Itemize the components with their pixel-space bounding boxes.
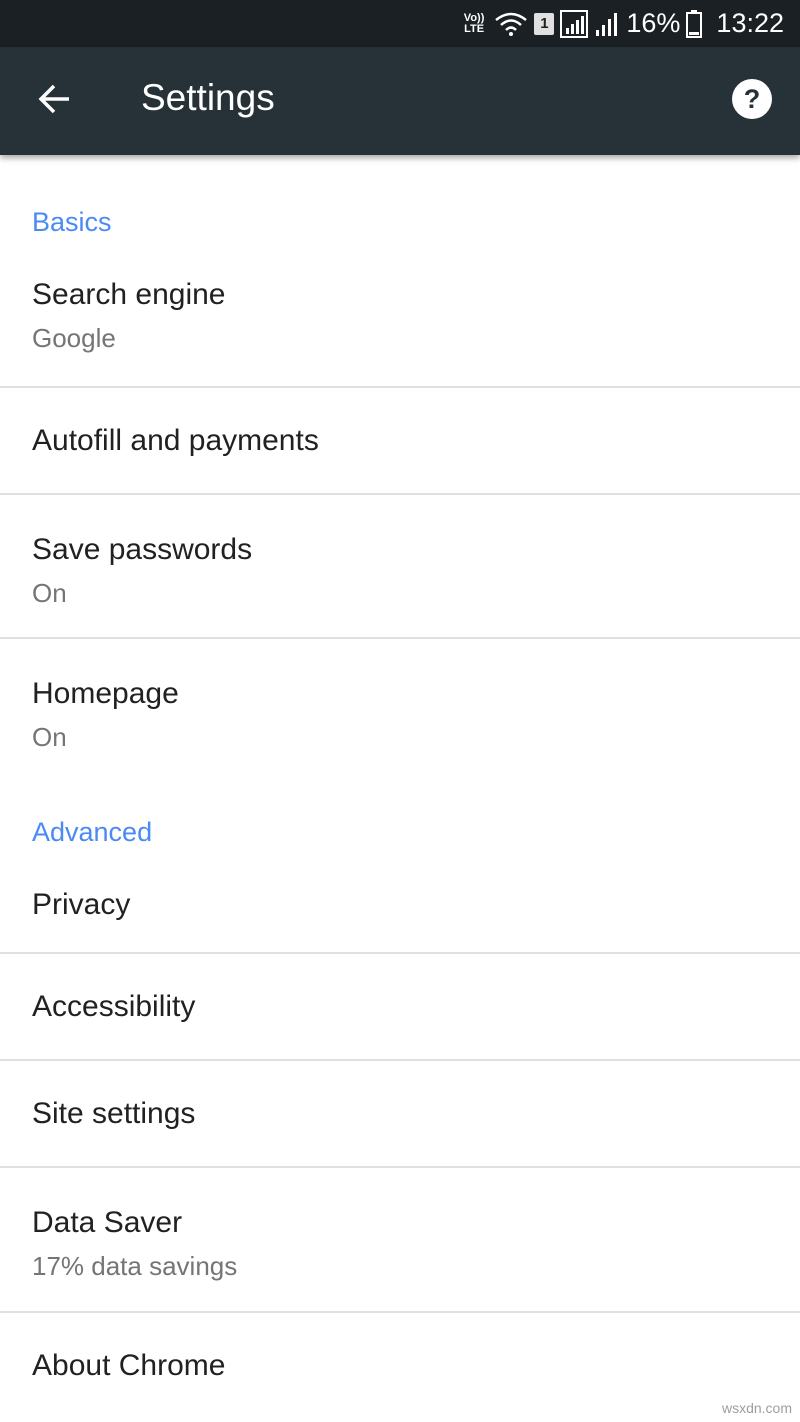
sim-slot-badge: 1 — [534, 12, 555, 35]
section-header-advanced: Advanced — [32, 817, 153, 847]
setting-title: About Chrome — [32, 1349, 226, 1382]
setting-summary: 17% data savings — [32, 1251, 238, 1281]
back-button[interactable] — [24, 71, 84, 131]
wifi-icon — [494, 11, 528, 37]
setting-title: Search engine — [32, 278, 226, 311]
battery-percent: 16% — [626, 8, 681, 38]
app-bar: Settings ? — [0, 47, 800, 155]
setting-title: Save passwords — [32, 533, 253, 566]
setting-title: Site settings — [32, 1097, 196, 1130]
signal-strength-icon-2 — [594, 10, 620, 38]
help-button[interactable]: ? — [722, 71, 782, 131]
clock: 13:22 — [716, 8, 784, 38]
setting-title: Privacy — [32, 888, 131, 921]
status-bar: Vo)) LTE 1 16% 13:22 — [0, 0, 800, 47]
help-circle-icon: ? — [731, 78, 773, 125]
setting-title: Accessibility — [32, 990, 196, 1023]
page-title: Settings — [141, 77, 275, 118]
setting-summary: Google — [32, 323, 116, 353]
setting-data-saver[interactable]: Data Saver 17% data savings — [0, 1168, 800, 1311]
battery-icon — [686, 9, 703, 38]
section-header-basics: Basics — [32, 207, 112, 237]
arrow-back-icon — [36, 81, 72, 122]
volte-bottom-label: LTE — [464, 22, 485, 35]
settings-list: Basics Search engine Google Autofill and… — [0, 155, 800, 1417]
setting-title: Data Saver — [32, 1206, 183, 1239]
setting-homepage[interactable]: Homepage On — [0, 639, 800, 781]
setting-save-passwords[interactable]: Save passwords On — [0, 495, 800, 637]
watermark: wsxdn.com — [721, 1400, 792, 1416]
volte-top-label: Vo)) — [463, 11, 485, 24]
setting-summary: On — [32, 722, 67, 752]
svg-text:?: ? — [744, 84, 761, 114]
setting-title: Autofill and payments — [32, 424, 319, 457]
setting-about-chrome[interactable]: About Chrome — [0, 1313, 800, 1417]
setting-autofill-and-payments[interactable]: Autofill and payments — [0, 388, 800, 493]
setting-site-settings[interactable]: Site settings — [0, 1061, 800, 1166]
setting-title: Homepage — [32, 677, 179, 710]
volte-indicator: Vo)) LTE — [463, 11, 485, 35]
setting-summary: On — [32, 578, 67, 608]
signal-strength-icon — [560, 9, 589, 38]
setting-accessibility[interactable]: Accessibility — [0, 954, 800, 1059]
setting-search-engine[interactable]: Search engine Google — [0, 238, 800, 354]
setting-privacy[interactable]: Privacy — [0, 848, 800, 952]
